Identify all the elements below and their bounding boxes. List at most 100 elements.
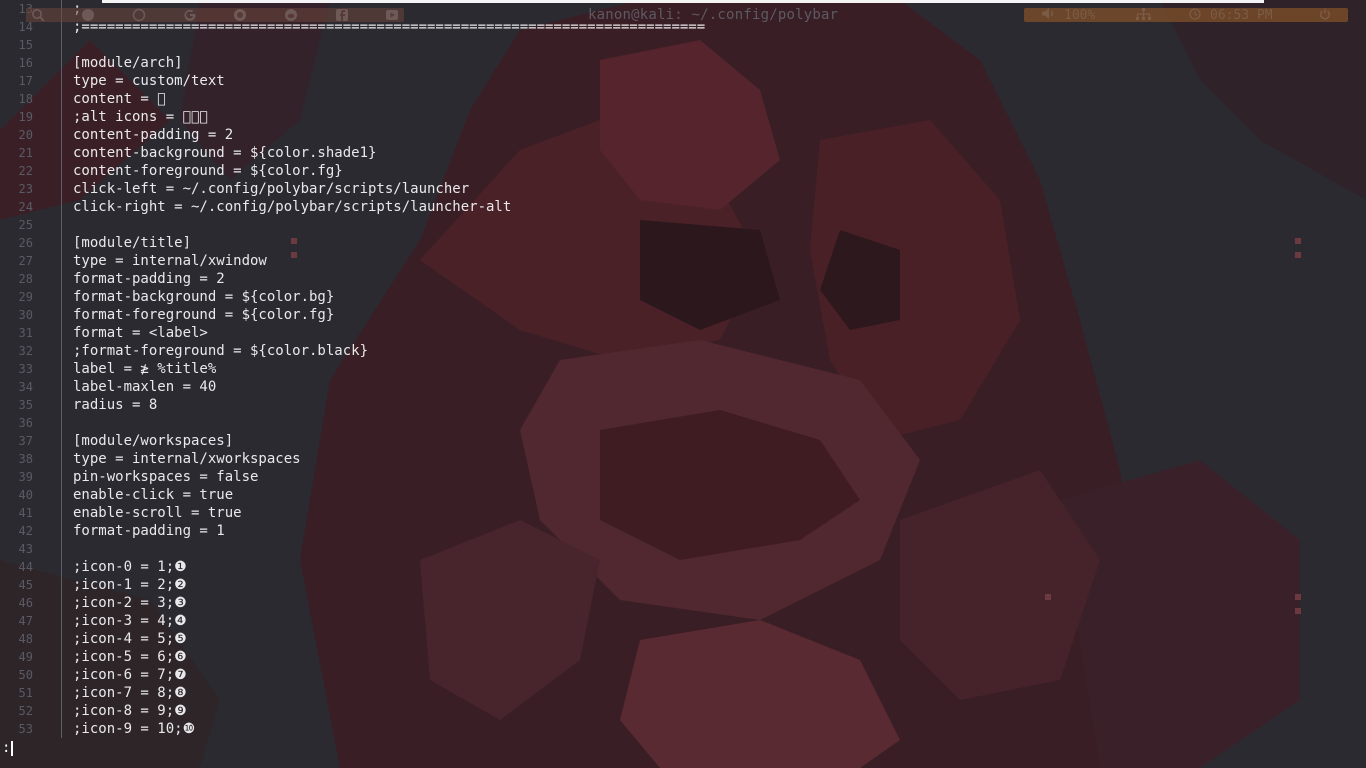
line-number: 43: [18, 542, 33, 556]
volume-icon: [1042, 8, 1055, 22]
line-number: 16: [18, 56, 33, 70]
wallpaper-mark: [1295, 608, 1301, 614]
line-number: 23: [18, 182, 33, 196]
line-number: 39: [18, 470, 33, 484]
line-number: 20: [18, 128, 33, 142]
line-number: 41: [18, 506, 33, 520]
wallpaper-mark: [1295, 238, 1301, 244]
code-text: ;icon-7 = 8;❽: [73, 685, 187, 701]
vim-command-line[interactable]: :: [2, 739, 14, 757]
code-text: format = <label>: [73, 325, 208, 341]
code-text: radius = 8: [73, 397, 158, 413]
code-text: ;icon-0 = 1;❶: [73, 559, 187, 575]
wallpaper-mark: [1295, 252, 1301, 258]
line-number: 34: [18, 380, 33, 394]
wallpaper-mark: [291, 238, 297, 244]
command-prompt: :: [2, 740, 11, 756]
google-icon[interactable]: [178, 8, 202, 22]
code-text: ;icon-1 = 2;❷: [73, 577, 187, 593]
wallpaper-mark: [1045, 594, 1051, 600]
line-number: 19: [18, 110, 33, 124]
clock-icon: [1189, 7, 1201, 23]
line-number: 32: [18, 344, 33, 358]
line-number: 33: [18, 362, 33, 376]
window-top-border: [102, 0, 1264, 3]
code-text: ;icon-4 = 5;❺: [73, 631, 187, 647]
line-number: 47: [18, 614, 33, 628]
line-number: 24: [18, 200, 33, 214]
line-number: 36: [18, 416, 33, 430]
clock-module[interactable]: 06:53 PM: [1189, 7, 1273, 23]
power-icon: [1319, 8, 1331, 23]
line-number: 35: [18, 398, 33, 412]
youtube-icon[interactable]: [380, 8, 404, 22]
wallpaper-mark: [1295, 594, 1301, 600]
volume-value: 100%: [1064, 7, 1096, 23]
code-text: enable-scroll = true: [73, 505, 242, 521]
line-number: 18: [18, 92, 33, 106]
clock-value: 06:53 PM: [1210, 7, 1273, 23]
polybar-status-group: 100% 06:53 PM: [1024, 7, 1348, 23]
polybar-launcher-group: [26, 8, 404, 22]
polybar-window-title: kanon@kali: ~/.config/polybar: [588, 7, 839, 23]
code-text: format-padding = 1: [73, 523, 225, 539]
line-number: 26: [18, 236, 33, 250]
wallpaper-mark: [291, 252, 297, 258]
line-number: 15: [18, 38, 33, 52]
line-number: 17: [18, 74, 33, 88]
code-text: ;icon-6 = 7;❼: [73, 667, 187, 683]
text-cursor: [11, 740, 14, 756]
code-text: content-foreground = ${color.fg}: [73, 163, 343, 179]
code-text: ;icon-8 = 9;❾: [73, 703, 187, 719]
code-text: content-padding = 2: [73, 127, 234, 143]
line-number: 51: [18, 686, 33, 700]
line-number: 22: [18, 164, 33, 178]
facebook-icon[interactable]: [330, 8, 354, 22]
line-number: 50: [18, 668, 33, 682]
code-text: [module/title]: [73, 235, 192, 251]
reddit-icon[interactable]: [279, 8, 303, 22]
line-number: 42: [18, 524, 33, 538]
circle-outline-icon[interactable]: [127, 8, 151, 22]
line-number: 53: [18, 722, 33, 736]
code-text: type = internal/xwindow: [73, 253, 267, 269]
line-number: 25: [18, 218, 33, 232]
network-icon: [1136, 7, 1151, 23]
circle-filled-icon[interactable]: [77, 8, 101, 22]
line-number: 31: [18, 326, 33, 340]
line-number: 30: [18, 308, 33, 322]
line-number: 21: [18, 146, 33, 160]
code-text: format-padding = 2: [73, 271, 225, 287]
code-text: pin-workspaces = false: [73, 469, 259, 485]
code-text: [module/workspaces]: [73, 433, 234, 449]
power-button[interactable]: [1319, 8, 1340, 22]
code-text: ;icon-2 = 3;❸: [73, 595, 187, 611]
code-text: click-right = ~/.config/polybar/scripts/…: [73, 199, 512, 215]
code-text: ;alt icons = : [73, 109, 208, 125]
line-number: 37: [18, 434, 33, 448]
code-text: enable-click = true: [73, 487, 234, 503]
line-number: 45: [18, 578, 33, 592]
line-number: 44: [18, 560, 33, 574]
code-text: label = ≱ %title%: [73, 361, 217, 377]
line-number: 49: [18, 650, 33, 664]
line-number: 46: [18, 596, 33, 610]
line-number: 28: [18, 272, 33, 286]
line-number: 40: [18, 488, 33, 502]
code-text: content = : [73, 91, 166, 107]
line-number: 38: [18, 452, 33, 466]
code-text: label-maxlen = 40: [73, 379, 217, 395]
code-text: ;icon-5 = 6;❻: [73, 649, 187, 665]
network-module[interactable]: [1136, 7, 1160, 23]
code-text: format-foreground = ${color.fg}: [73, 307, 335, 323]
line-number: 29: [18, 290, 33, 304]
search-icon[interactable]: [26, 8, 50, 22]
volume-module[interactable]: 100%: [1042, 7, 1096, 23]
line-number: 48: [18, 632, 33, 646]
code-text: ;format-foreground = ${color.black}: [73, 343, 369, 359]
line-number: 27: [18, 254, 33, 268]
code-text: format-background = ${color.bg}: [73, 289, 335, 305]
code-text: [module/arch]: [73, 55, 183, 71]
github-icon[interactable]: [229, 8, 253, 22]
code-text: click-left = ~/.config/polybar/scripts/l…: [73, 181, 470, 197]
